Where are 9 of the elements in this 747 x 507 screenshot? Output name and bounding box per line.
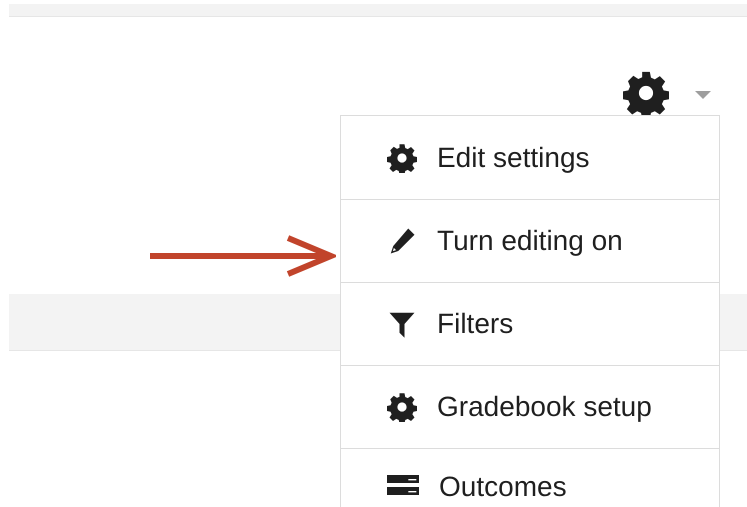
gear-icon[interactable]: [623, 70, 669, 116]
gear-icon: [387, 392, 417, 422]
caret-icon[interactable]: [695, 91, 711, 99]
menu-item[interactable]: Edit settings: [341, 116, 719, 199]
menu-item[interactable]: Gradebook setup: [341, 365, 719, 448]
menu-item[interactable]: Turn editing on: [341, 199, 719, 282]
gear-icon: [387, 142, 417, 172]
menu-item[interactable]: Outcomes: [341, 448, 719, 507]
menu-item[interactable]: Filters: [341, 282, 719, 365]
